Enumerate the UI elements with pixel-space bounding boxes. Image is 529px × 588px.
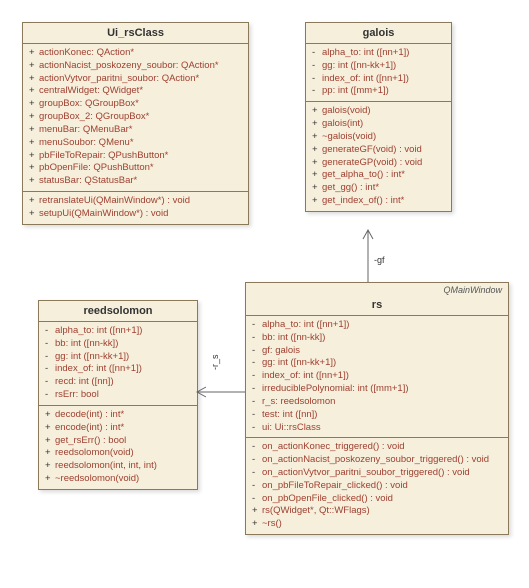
member: -ui: Ui::rsClass — [252, 422, 502, 435]
member: -test: int ([nn]) — [252, 409, 502, 422]
operations-section: +retranslateUi(QMainWindow*) : void+setu… — [23, 192, 248, 224]
member: +actionNacist_poskozeny_soubor: QAction* — [29, 60, 242, 73]
member: +encode(int) : int* — [45, 422, 191, 435]
member: -index_of: int ([nn+1]) — [45, 363, 191, 376]
class-stereotype: QMainWindow — [246, 283, 508, 295]
class-ui-rsclass: Ui_rsClass +actionKonec: QAction*+action… — [22, 22, 249, 225]
member: -on_actionKonec_triggered() : void — [252, 441, 502, 454]
member: +pbFileToRepair: QPushButton* — [29, 150, 242, 163]
member: -index_of: int ([nn+1]) — [252, 370, 502, 383]
member: +menuSoubor: QMenu* — [29, 137, 242, 150]
class-title: Ui_rsClass — [23, 23, 248, 44]
member: +~reedsolomon(void) — [45, 473, 191, 486]
member: +rs(QWidget*, Qt::WFlags) — [252, 505, 502, 518]
member: -alpha_to: int ([nn+1]) — [312, 47, 445, 60]
member: -irreduciblePolynomial: int ([mm+1]) — [252, 383, 502, 396]
member: +pbOpenFile: QPushButton* — [29, 162, 242, 175]
member: -pp: int ([mm+1]) — [312, 85, 445, 98]
member: -on_pbFileToRepair_clicked() : void — [252, 480, 502, 493]
member: +generateGP(void) : void — [312, 157, 445, 170]
class-title: galois — [306, 23, 451, 44]
member: -index_of: int ([nn+1]) — [312, 73, 445, 86]
member: +statusBar: QStatusBar* — [29, 175, 242, 188]
attributes-section: -alpha_to: int ([nn+1])-bb: int ([nn-kk]… — [39, 322, 197, 406]
member: -rsErr: bool — [45, 389, 191, 402]
member: +menuBar: QMenuBar* — [29, 124, 242, 137]
member: -r_s: reedsolomon — [252, 396, 502, 409]
member: +reedsolomon(int, int, int) — [45, 460, 191, 473]
member: -on_actionVytvor_paritni_soubor_triggere… — [252, 467, 502, 480]
assoc-label-r-s: -r_s — [210, 355, 220, 371]
member: +groupBox: QGroupBox* — [29, 98, 242, 111]
class-title: rs — [246, 295, 508, 316]
member: +setupUi(QMainWindow*) : void — [29, 208, 242, 221]
member: -bb: int ([nn-kk]) — [45, 338, 191, 351]
class-reedsolomon: reedsolomon -alpha_to: int ([nn+1])-bb: … — [38, 300, 198, 490]
member: +get_rsErr() : bool — [45, 435, 191, 448]
member: +~rs() — [252, 518, 502, 531]
member: -gg: int ([nn-kk+1]) — [45, 351, 191, 364]
class-galois: galois -alpha_to: int ([nn+1])-gg: int (… — [305, 22, 452, 212]
member: -alpha_to: int ([nn+1]) — [45, 325, 191, 338]
member: +~galois(void) — [312, 131, 445, 144]
member: +actionKonec: QAction* — [29, 47, 242, 60]
member: -on_actionNacist_poskozeny_soubor_trigge… — [252, 454, 502, 467]
member: +retranslateUi(QMainWindow*) : void — [29, 195, 242, 208]
member: -on_pbOpenFile_clicked() : void — [252, 493, 502, 506]
operations-section: +decode(int) : int*+encode(int) : int*+g… — [39, 406, 197, 489]
member: -alpha_to: int ([nn+1]) — [252, 319, 502, 332]
member: +galois(int) — [312, 118, 445, 131]
member: -gg: int ([nn-kk+1]) — [252, 357, 502, 370]
assoc-label-gf: -gf — [374, 255, 385, 265]
member: -recd: int ([nn]) — [45, 376, 191, 389]
class-rs: QMainWindow rs -alpha_to: int ([nn+1])-b… — [245, 282, 509, 535]
attributes-section: +actionKonec: QAction*+actionNacist_posk… — [23, 44, 248, 192]
member: +decode(int) : int* — [45, 409, 191, 422]
attributes-section: -alpha_to: int ([nn+1])-bb: int ([nn-kk]… — [246, 316, 508, 438]
member: -gf: galois — [252, 345, 502, 358]
member: +get_alpha_to() : int* — [312, 169, 445, 182]
member: +reedsolomon(void) — [45, 447, 191, 460]
member: -bb: int ([nn-kk]) — [252, 332, 502, 345]
operations-section: -on_actionKonec_triggered() : void-on_ac… — [246, 438, 508, 534]
class-title: reedsolomon — [39, 301, 197, 322]
member: +get_gg() : int* — [312, 182, 445, 195]
attributes-section: -alpha_to: int ([nn+1])-gg: int ([nn-kk+… — [306, 44, 451, 102]
member: -gg: int ([nn-kk+1]) — [312, 60, 445, 73]
member: +centralWidget: QWidget* — [29, 85, 242, 98]
member: +get_index_of() : int* — [312, 195, 445, 208]
operations-section: +galois(void)+galois(int)+~galois(void)+… — [306, 102, 451, 211]
member: +actionVytvor_paritni_soubor: QAction* — [29, 73, 242, 86]
member: +generateGF(void) : void — [312, 144, 445, 157]
member: +groupBox_2: QGroupBox* — [29, 111, 242, 124]
member: +galois(void) — [312, 105, 445, 118]
